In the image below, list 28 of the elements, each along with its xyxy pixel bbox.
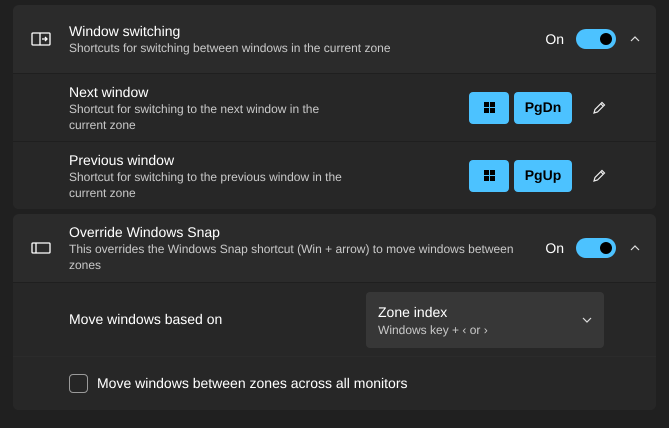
toggle-state-label: On [545,30,564,48]
edit-pencil-icon[interactable] [592,168,606,182]
shortcut-key: PgDn [514,92,572,124]
section-description: Shortcuts for switching between windows in the current zone [69,40,392,56]
dropdown-hint: Windows key + ‹ or › [378,322,488,338]
shortcut-key: PgUp [514,160,572,192]
setting-title: Move windows based on [69,310,224,329]
setting-title: Next window [69,82,150,100]
window-switch-icon [31,31,51,47]
setting-title: Previous window [69,150,176,168]
windows-logo-icon [484,102,494,113]
toggle-state-label: On [545,238,564,258]
windows-logo-icon [484,170,494,181]
setting-description: Shortcut for switching to the next window in the current zone [69,100,320,132]
setting-description: Shortcut for switching to the previous window in the current zone [69,168,343,200]
section-title: Window switching [69,22,182,40]
toggle-switch[interactable] [576,29,616,49]
edit-pencil-icon[interactable] [592,100,606,114]
chevron-icon[interactable] [582,316,592,322]
toggle-switch[interactable] [576,238,616,258]
section-description: This overrides the Windows Snap shortcut (Win + arrow) to move windows between zones [69,241,515,273]
checkbox[interactable] [69,374,88,393]
chevron-icon[interactable] [630,245,640,251]
section-title: Override Windows Snap [69,223,221,241]
checkbox-label: Move windows between zones across all monitors [97,374,408,393]
dropdown[interactable]: Zone index Windows key + ‹ or › [366,292,604,348]
window-snap-icon [31,241,51,255]
chevron-icon[interactable] [630,36,640,42]
